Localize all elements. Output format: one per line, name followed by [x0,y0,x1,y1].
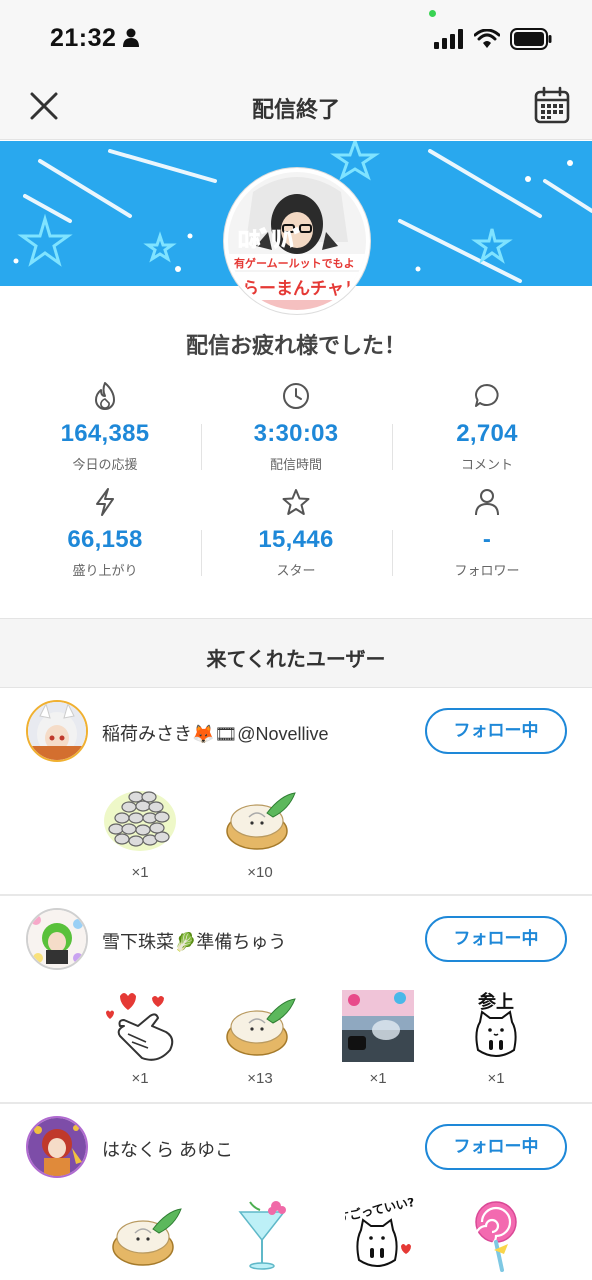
gift-item [222,1196,302,1276]
stat-comments-label: コメント [460,457,513,472]
svg-text:らーまんチャレ: らーまんチャレ [242,279,361,299]
stat-support-label: 今日の応援 [72,457,138,472]
avatar-image [28,702,86,760]
stat-stars-label: スター [276,563,316,578]
stat-excitement-value: 66,158 [67,526,143,553]
battery-icon [510,28,552,50]
gift-count: ×1 [131,864,149,881]
stat-support-value: 164,385 [60,420,150,447]
stat-excitement: 66,158 盛り上がり [10,482,200,579]
gift-count: ×13 [247,1070,273,1087]
flame-icon [95,382,115,410]
svg-text:すごっていい?: すごっていい? [345,1198,415,1225]
nav-bar: 配信終了 [0,70,592,140]
wifi-icon [474,29,500,48]
signal-icon [434,29,463,49]
streamer-avatar: ﾛﾎﾞﾘﾊﾞ 有ゲームールットでもよ らーまんチャレ [224,168,370,314]
stat-excitement-label: 盛り上がり [72,563,138,578]
cat-sugoi-icon: すごっていい? [345,1198,415,1267]
stat-support: 164,385 今日の応援 [10,376,200,473]
stat-comments: 2,704 コメント [392,376,582,473]
stat-duration: 3:30:03 配信時間 [201,376,391,473]
clock-icon [283,383,309,409]
avatar[interactable] [26,1116,88,1178]
stat-followers-value: - [482,526,492,553]
cocktail-icon [238,1201,286,1270]
dumpling-icon [112,1208,182,1266]
person-icon [475,489,499,516]
status-bar: 21:32 [0,0,592,70]
gift-item: ×1 [338,986,418,1087]
avatar-image [28,910,86,968]
avatar[interactable] [26,908,88,970]
comment-icon [475,384,499,407]
stat-comments-value: 2,704 [456,420,518,447]
stat-duration-label: 配信時間 [269,457,322,472]
following-button[interactable]: フォロー中 [425,916,567,962]
gift-item: ×1 [100,986,180,1087]
svg-text:有ゲームールットでもよ: 有ゲームールットでもよ [234,256,355,270]
hand-hearts-icon [106,993,174,1061]
gift-item [456,1196,536,1276]
streamer-avatar-image: ﾛﾎﾞﾘﾊﾞ 有ゲームールットでもよ らーまんチャレ [228,172,366,310]
avatar-image [28,1118,86,1176]
coin-pile-icon [104,791,176,851]
gift-count: ×1 [131,1070,149,1087]
lollipop-icon [474,1201,517,1272]
calendar-icon[interactable] [534,86,570,124]
visitors-section-header: 来てくれたユーザー [0,618,592,688]
person-status-icon [123,28,139,47]
page-title: 配信終了 [251,97,340,122]
gift-item: ×10 [220,780,300,881]
user-name[interactable]: 雪下珠菜🥬準備ちゅう [102,928,286,954]
cat-sanjo-icon: 参上 [475,991,517,1057]
stat-duration-value: 3:30:03 [253,420,339,447]
stat-stars: 15,446 スター [201,482,391,579]
avatar[interactable] [26,700,88,762]
gift-item: ×1 [100,780,180,881]
gift-count: ×1 [487,1070,505,1087]
stat-followers: - フォロワー [392,482,582,579]
gift-item: 参上 ×1 [456,986,536,1087]
privacy-indicator [429,10,436,17]
photo-sticker-icon [342,990,414,1062]
stat-followers-label: フォロワー [454,563,520,578]
row-divider [0,1102,592,1104]
gift-item: すごっていい? [340,1196,420,1276]
status-time: 21:32 [50,24,117,52]
user-name[interactable]: はなくら あゆこ [102,1136,233,1162]
user-name[interactable]: 稲荷みさき🦊🎞@Novellive [102,720,329,746]
gift-count: ×1 [369,1070,387,1087]
row-divider [0,894,592,896]
dumpling-icon [226,792,296,850]
svg-text:参上: 参上 [478,991,514,1013]
dumpling-icon [226,998,296,1056]
stream-finished-message: 配信お疲れ様でした！ [185,333,406,358]
following-button[interactable]: フォロー中 [425,708,567,754]
following-button[interactable]: フォロー中 [425,1124,567,1170]
star-icon [282,489,310,515]
gift-item: ×13 [220,986,300,1087]
gift-item [106,1196,186,1276]
bolt-icon [96,488,114,516]
section-title: 来てくれたユーザー [206,649,386,671]
stat-stars-value: 15,446 [258,526,334,553]
gift-count: ×10 [247,864,273,881]
svg-text:ﾛﾎﾞﾘﾊﾞ: ﾛﾎﾞﾘﾊﾞ [238,227,304,252]
